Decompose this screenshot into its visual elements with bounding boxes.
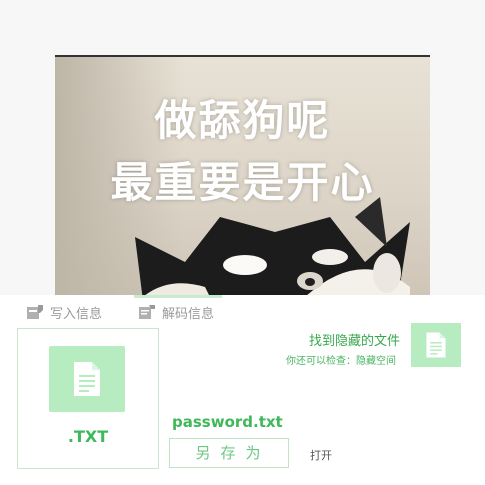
tab-write-info[interactable]: 写入信息 — [26, 300, 102, 324]
write-icon — [27, 305, 43, 319]
meme-caption-line2: 最重要是开心 — [110, 158, 375, 207]
file-card[interactable]: .TXT — [17, 328, 159, 469]
save-as-button[interactable]: 另存为 — [169, 438, 289, 468]
tab-write-label: 写入信息 — [50, 306, 103, 322]
meme-caption-line1: 做舔狗呢 — [154, 96, 331, 145]
open-link[interactable]: 打开 — [310, 447, 332, 463]
document-icon — [74, 362, 100, 396]
found-file-title: 找到隐藏的文件 — [308, 334, 400, 349]
found-file-icon-tile[interactable] — [411, 323, 461, 367]
found-file-hint[interactable]: 你还可以检查：隐藏空间 — [230, 352, 396, 367]
file-icon-tile — [49, 346, 125, 412]
active-tab-indicator — [134, 295, 222, 298]
tab-decode-info[interactable]: 解码信息 — [138, 300, 214, 324]
preview-image: 做舔狗呢 最重要是开心 — [55, 55, 430, 295]
tab-decode-label: 解码信息 — [162, 306, 215, 322]
document-icon — [426, 332, 446, 358]
file-extension: .TXT — [67, 427, 109, 446]
decode-icon — [139, 305, 155, 319]
image-preview-area: 做舔狗呢 最重要是开心 — [0, 0, 485, 295]
decoded-filename: password.txt — [172, 413, 283, 431]
